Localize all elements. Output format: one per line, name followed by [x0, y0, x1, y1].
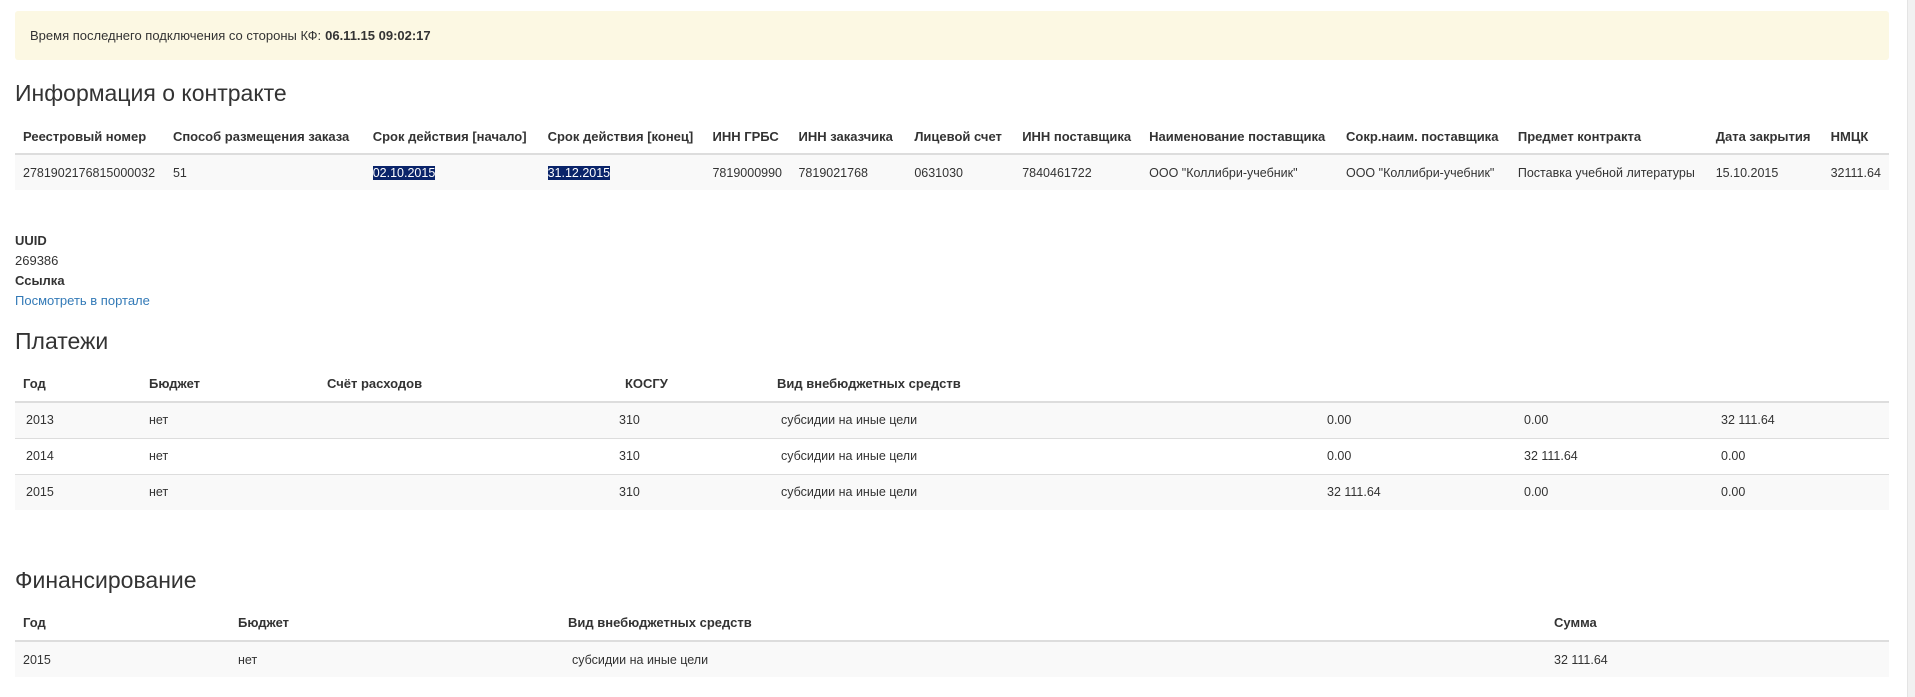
col-offbudget-type: Вид внебюджетных средств — [769, 366, 1319, 403]
col-registry-number: Реестровый номер — [15, 120, 165, 155]
selected-text[interactable]: 02.10.2015 — [372, 165, 436, 180]
cell-nmck: 32111.64 — [1822, 154, 1889, 190]
cell-inn-grbs: 7819000990 — [704, 154, 791, 190]
selected-text[interactable]: 31.12.2015 — [547, 165, 611, 180]
cell-kosgu: 310 — [617, 437, 769, 474]
financing-section-title: Финансирование — [15, 567, 197, 593]
page: Время последнего подключения со стороны … — [0, 0, 1915, 697]
cell-offbudget-type: субсидии на иные цели — [769, 473, 1319, 510]
cell-supplier-name: ООО "Коллибри-учебник" — [1141, 154, 1338, 190]
cell-contract-subject: Поставка учебной литературы — [1509, 154, 1708, 190]
notice-value: 06.11.15 09:02:17 — [325, 28, 431, 43]
table-row: 2015 нет субсидии на иные цели 32 111.64 — [15, 641, 1889, 677]
col-contract-subject: Предмет контракта — [1509, 120, 1708, 155]
contract-section-title: Информация о контракте — [15, 80, 287, 106]
cell-offbudget-type: субсидии на иные цели — [769, 402, 1319, 438]
financing-header-row: Год Бюджет Вид внебюджетных средств Сумм… — [15, 605, 1889, 642]
payments-section-title: Платежи — [15, 328, 109, 354]
contract-header-row: Реестровый номер Способ размещения заказ… — [15, 120, 1889, 155]
payments-table: Год Бюджет Счёт расходов КОСГУ Вид внебю… — [15, 366, 1889, 510]
col-supplier-short-name: Сокр.наим. поставщика — [1337, 120, 1510, 155]
table-row: 2781902176815000032 51 02.10.2015 31.12.… — [15, 154, 1889, 190]
col-budget: Бюджет — [141, 366, 319, 403]
payments-header-row: Год Бюджет Счёт расходов КОСГУ Вид внебю… — [15, 366, 1889, 403]
cell-budget: нет — [141, 473, 319, 510]
cell-year: 2014 — [15, 437, 141, 474]
cell-amount-3: 0.00 — [1713, 437, 1889, 474]
cell-registry-number: 2781902176815000032 — [15, 154, 165, 190]
col-sum: Сумма — [1546, 605, 1889, 642]
col-term-start: Срок действия [начало] — [364, 120, 540, 155]
cell-sum: 32 111.64 — [1546, 641, 1889, 677]
cell-amount-2: 0.00 — [1516, 473, 1713, 510]
cell-year: 2013 — [15, 402, 141, 438]
col-amount-3 — [1713, 366, 1889, 403]
cell-term-end: 31.12.2015 — [539, 154, 705, 190]
financing-table: Год Бюджет Вид внебюджетных средств Сумм… — [15, 605, 1889, 677]
uuid-value: 269386 — [15, 253, 59, 268]
col-year: Год — [15, 366, 141, 403]
table-row: 2013 нет 310 субсидии на иные цели 0.00 … — [15, 402, 1889, 438]
cell-amount-2: 32 111.64 — [1516, 437, 1713, 474]
cell-kosgu: 310 — [617, 473, 769, 510]
uuid-label: UUID — [15, 233, 47, 248]
table-row: 2014 нет 310 субсидии на иные цели 0.00 … — [15, 437, 1889, 474]
col-nmck: НМЦК — [1822, 120, 1889, 155]
cell-inn-supplier: 7840461722 — [1014, 154, 1142, 190]
cell-amount-3: 32 111.64 — [1713, 402, 1889, 438]
col-term-end: Срок действия [конец] — [539, 120, 705, 155]
col-amount-2 — [1516, 366, 1713, 403]
col-supplier-name: Наименование поставщика — [1141, 120, 1338, 155]
cell-term-start: 02.10.2015 — [364, 154, 540, 190]
cell-supplier-short-name: ООО "Коллибри-учебник" — [1337, 154, 1510, 190]
cell-kosgu: 310 — [617, 402, 769, 438]
cell-expense-account — [319, 402, 617, 438]
cell-offbudget-type: субсидии на иные цели — [769, 437, 1319, 474]
cell-amount-1: 0.00 — [1319, 437, 1516, 474]
cell-year: 2015 — [15, 641, 230, 677]
cell-placement-method: 51 — [164, 154, 365, 190]
view-in-portal-link[interactable]: Посмотреть в портале — [15, 293, 150, 308]
col-amount-1 — [1319, 366, 1516, 403]
cell-amount-1: 32 111.64 — [1319, 473, 1516, 510]
cell-account: 0631030 — [906, 154, 1015, 190]
contract-table: Реестровый номер Способ размещения заказ… — [15, 120, 1889, 190]
contract-meta: UUID 269386 Ссылка Посмотреть в портале — [15, 231, 150, 311]
cell-budget: нет — [230, 641, 560, 677]
cell-year: 2015 — [15, 473, 141, 510]
vertical-scrollbar[interactable] — [1907, 0, 1915, 697]
col-year: Год — [15, 605, 230, 642]
link-label: Ссылка — [15, 273, 65, 288]
last-connection-notice: Время последнего подключения со стороны … — [15, 11, 1889, 60]
col-inn-supplier: ИНН поставщика — [1014, 120, 1142, 155]
cell-expense-account — [319, 437, 617, 474]
col-expense-account: Счёт расходов — [319, 366, 617, 403]
cell-inn-customer: 7819021768 — [790, 154, 907, 190]
cell-amount-3: 0.00 — [1713, 473, 1889, 510]
col-inn-grbs: ИНН ГРБС — [704, 120, 791, 155]
cell-amount-1: 0.00 — [1319, 402, 1516, 438]
cell-budget: нет — [141, 402, 319, 438]
col-offbudget-type: Вид внебюджетных средств — [560, 605, 1546, 642]
cell-expense-account — [319, 473, 617, 510]
col-inn-customer: ИНН заказчика — [790, 120, 907, 155]
col-budget: Бюджет — [230, 605, 560, 642]
notice-label: Время последнего подключения со стороны … — [30, 28, 322, 43]
col-close-date: Дата закрытия — [1707, 120, 1823, 155]
cell-close-date: 15.10.2015 — [1707, 154, 1823, 190]
col-kosgu: КОСГУ — [617, 366, 769, 403]
cell-offbudget-type: субсидии на иные цели — [560, 641, 1546, 677]
table-row: 2015 нет 310 субсидии на иные цели 32 11… — [15, 473, 1889, 510]
cell-amount-2: 0.00 — [1516, 402, 1713, 438]
col-account: Лицевой счет — [906, 120, 1015, 155]
cell-budget: нет — [141, 437, 319, 474]
col-placement-method: Способ размещения заказа — [164, 120, 365, 155]
